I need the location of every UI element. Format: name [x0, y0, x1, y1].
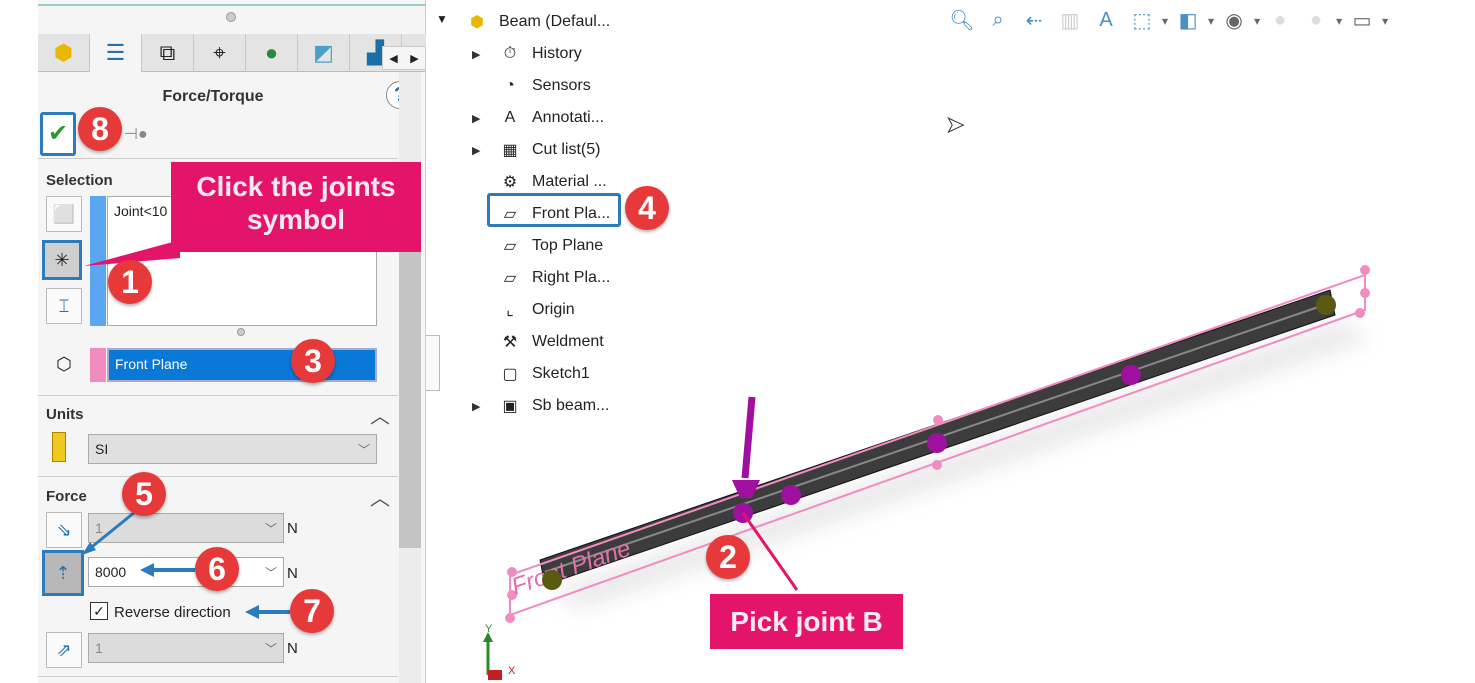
- view-settings-icon[interactable]: ▭: [1346, 4, 1378, 36]
- section-view-icon[interactable]: ▥: [1054, 4, 1086, 36]
- force-z-value: 1: [95, 640, 103, 656]
- joint-end-left[interactable]: [542, 570, 562, 590]
- tab-config-icon[interactable]: ⧉: [142, 34, 194, 72]
- step-badge-5: 5: [122, 472, 166, 516]
- joint[interactable]: [781, 485, 801, 505]
- front-plane-highlight: [487, 193, 621, 227]
- divider: [38, 476, 398, 477]
- plane-value: Front Plane: [115, 356, 188, 372]
- joint-end-right[interactable]: [1316, 295, 1336, 315]
- edit-appearance-icon[interactable]: ●: [1264, 4, 1296, 36]
- tree-item[interactable]: ⚙ Material ...: [497, 168, 607, 196]
- callout-click-joints: Click the joints symbol: [171, 162, 421, 252]
- joints-select-icon[interactable]: ✳: [42, 240, 82, 280]
- units-dropdown[interactable]: SI ﹀: [88, 434, 377, 464]
- tab-dimxpert-icon[interactable]: ⌖: [194, 34, 246, 72]
- expand-icon[interactable]: ▶: [472, 112, 480, 125]
- apply-scene-icon[interactable]: ●: [1300, 4, 1332, 36]
- cut-list-icon: ▦: [502, 142, 518, 159]
- part-icon: ⬢: [470, 14, 484, 31]
- units-value: SI: [95, 441, 109, 457]
- display-style-icon[interactable]: ◧: [1172, 4, 1204, 36]
- triad: Y X: [483, 623, 516, 680]
- step-badge-7: 7: [290, 589, 334, 633]
- expand-icon[interactable]: ▶: [472, 144, 480, 157]
- step-badge-6: 6: [195, 547, 239, 591]
- root-expander-icon[interactable]: ▼: [436, 12, 448, 26]
- normal-direction-z-icon[interactable]: ⇗: [46, 632, 82, 668]
- tree-item-label: Sensors: [532, 77, 591, 94]
- axis-x-label: X: [508, 665, 516, 677]
- joint[interactable]: [927, 433, 947, 453]
- tab-appearance-icon[interactable]: ●: [246, 34, 298, 72]
- chevron-down-icon: ﹀: [264, 642, 277, 656]
- ruler-icon: [52, 432, 66, 462]
- expand-icon[interactable]: ▶: [472, 48, 480, 61]
- divider: [38, 158, 398, 159]
- step-badge-8: 8: [78, 107, 122, 151]
- splitter-handle[interactable]: [226, 12, 236, 22]
- material-icon: ⚙: [502, 174, 518, 191]
- tab-display-pane-icon[interactable]: ◩: [298, 34, 350, 72]
- previous-view-icon[interactable]: ⇠: [1018, 4, 1050, 36]
- plane-color-bar: [90, 348, 106, 382]
- panel-tabs: ⬢ ☰ ⧉ ⌖ ● ◩ ▟ ◀ ▶: [38, 34, 426, 72]
- collapse-force-icon[interactable]: ︿: [370, 482, 390, 511]
- tree-item-label: Annotati...: [532, 109, 605, 126]
- tree-item-label: Material ...: [532, 173, 607, 190]
- collapse-units-icon[interactable]: ︿: [370, 400, 390, 429]
- annotations-icon: A: [504, 109, 516, 126]
- tab-scroll-left-icon[interactable]: ◀: [389, 52, 397, 65]
- unit-label: N: [287, 640, 298, 657]
- history-icon: ⏱: [503, 45, 517, 62]
- tree-item-label: Cut list(5): [532, 141, 601, 158]
- zoom-to-fit-icon[interactable]: 🔍︎: [946, 4, 978, 36]
- tab-part-icon[interactable]: ⬢: [38, 34, 90, 72]
- view-orientation-icon[interactable]: ⬚: [1126, 4, 1158, 36]
- dynamic-annotation-icon[interactable]: A: [1090, 4, 1122, 36]
- tree-item[interactable]: ◔ Sensors: [497, 72, 591, 100]
- tab-property-manager-icon[interactable]: ☰: [90, 34, 142, 72]
- tree-item-label: History: [532, 45, 582, 62]
- graphics-viewport[interactable]: Front Plane Y X: [440, 250, 1475, 683]
- divider: [38, 676, 398, 677]
- step-badge-2: 2: [706, 535, 750, 579]
- divider: [38, 4, 426, 6]
- step-badge-4: 4: [625, 186, 669, 230]
- scrollbar-thumb[interactable]: [399, 236, 421, 548]
- step-badge-1: 1: [108, 260, 152, 304]
- beam-select-icon[interactable]: ⌶: [46, 288, 82, 324]
- divider: [38, 395, 398, 396]
- tree-item[interactable]: ⏱ History: [497, 40, 582, 68]
- hide-show-items-icon[interactable]: ◉: [1218, 4, 1250, 36]
- face-select-icon[interactable]: ⬜: [46, 196, 82, 232]
- tree-item[interactable]: A Annotati...: [497, 104, 604, 132]
- view-toolbar: 🔍︎ ⌕ ⇠ ▥ A ⬚ ▾ ◧ ▾ ◉ ▾ ● ● ▾ ▭ ▾: [946, 4, 1388, 36]
- force-arrow: [732, 396, 760, 498]
- ok-checkmark-button[interactable]: ✔: [40, 112, 76, 156]
- pushpin-icon[interactable]: ⊣●: [124, 124, 148, 144]
- panel-title: Force/Torque: [162, 88, 264, 105]
- list-resize-handle[interactable]: [237, 328, 245, 336]
- tree-item[interactable]: ▦ Cut list(5): [497, 136, 600, 164]
- selection-section-label: Selection: [46, 172, 113, 189]
- sensors-icon: ◔: [505, 77, 515, 94]
- units-section-label: Units: [46, 406, 84, 423]
- direction-plane-field[interactable]: Front Plane: [107, 348, 377, 382]
- zoom-to-area-icon[interactable]: ⌕: [982, 4, 1014, 36]
- normal-direction-x-icon[interactable]: ⇘: [46, 512, 82, 548]
- tree-root-label: Beam (Defaul...: [499, 13, 611, 30]
- tree-root[interactable]: ⬢ Beam (Defaul...: [464, 8, 610, 36]
- axis-y-label: Y: [485, 623, 493, 635]
- tab-scroll-right-icon[interactable]: ▶: [410, 52, 418, 65]
- force-z-input[interactable]: 1 ﹀: [88, 633, 284, 663]
- mouse-cursor-icon: ➤: [945, 112, 965, 138]
- panel-collapse-handle[interactable]: [426, 335, 440, 391]
- normal-direction-y-icon[interactable]: ⇡: [42, 550, 84, 596]
- joint[interactable]: [1121, 365, 1141, 385]
- callout-pick-joint-b: Pick joint B: [710, 594, 903, 649]
- chevron-down-icon: ﹀: [357, 443, 370, 457]
- plane-icon: ⬡: [56, 353, 72, 374]
- step-badge-3: 3: [291, 339, 335, 383]
